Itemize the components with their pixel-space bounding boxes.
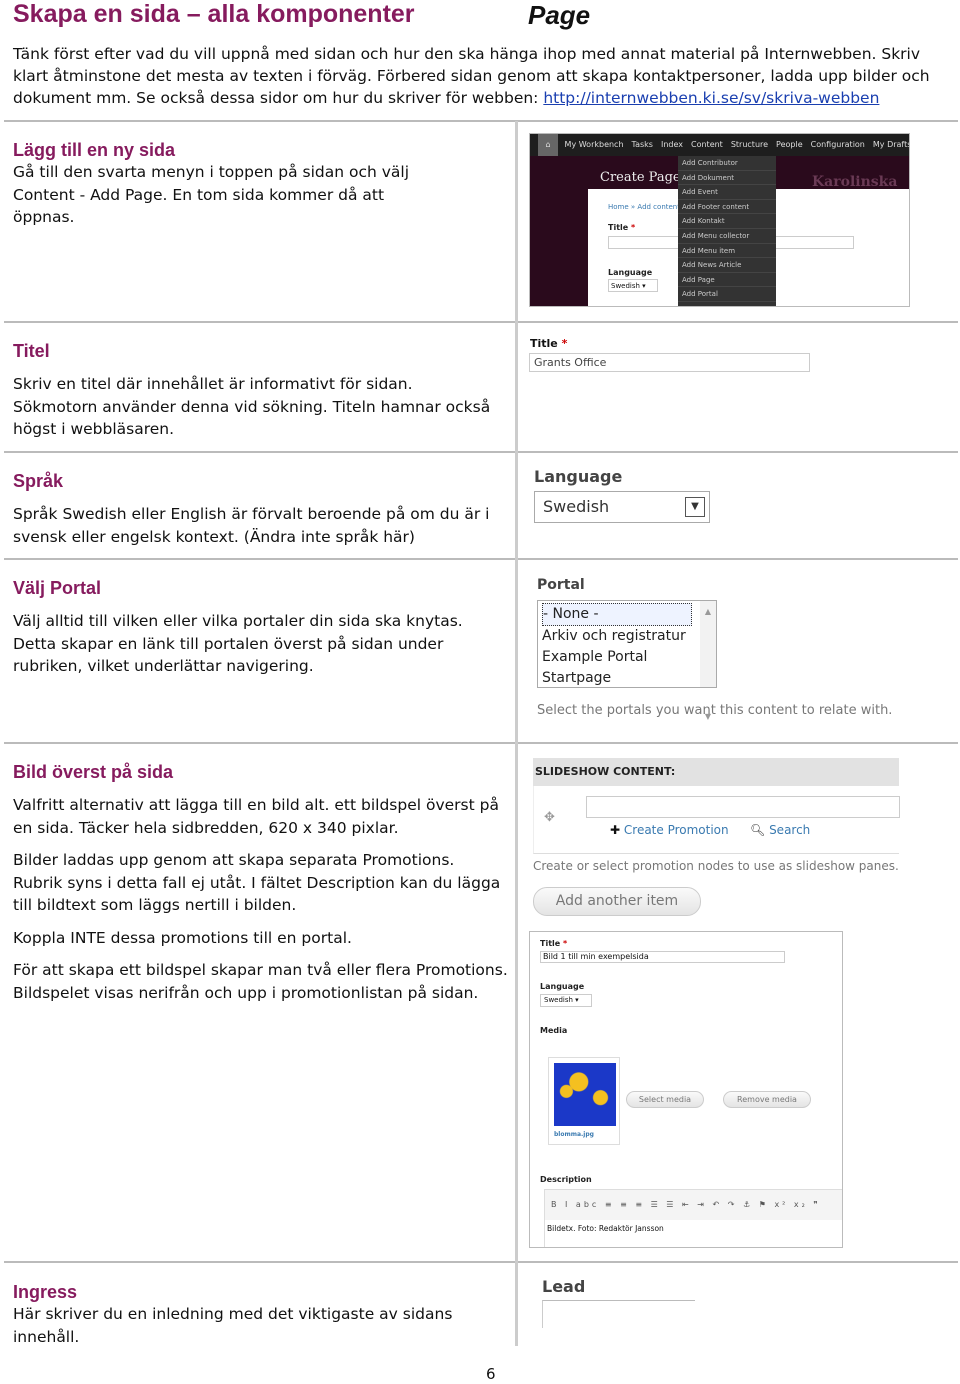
language-select[interactable]: Swedish ▼ xyxy=(534,491,710,523)
menu-item[interactable]: Add Kontakt xyxy=(678,214,776,229)
paragraph: Koppla INTE dessa promotions till en por… xyxy=(13,928,352,947)
media-thumbnail[interactable]: blomma.jpg xyxy=(548,1057,620,1145)
portal-option[interactable]: Arkiv och registratur xyxy=(542,626,712,647)
nav-item[interactable]: My Drafts xyxy=(873,140,909,149)
breadcrumb[interactable]: Home » Add content xyxy=(608,203,680,211)
portal-help: Select the portals you want this content… xyxy=(537,703,893,718)
text-ingress: Här skriver du en inledning med det vikt… xyxy=(13,1305,453,1346)
nav-item[interactable]: Index xyxy=(661,140,683,149)
screenshot-content-menu: ⌂ My Workbench Tasks Index Content Structure… xyxy=(529,133,910,307)
language-select[interactable]: Swedish ▾ xyxy=(608,279,658,292)
home-icon: ⌂ xyxy=(538,134,558,156)
scrollbar[interactable]: ▲ ▼ xyxy=(700,601,716,721)
text-portal: Välj alltid till vilken eller vilka port… xyxy=(13,612,463,675)
plus-icon: ✚ xyxy=(610,823,621,837)
brand-logo: Karolinska xyxy=(812,174,898,190)
portal-option[interactable]: Example Portal xyxy=(542,647,712,668)
portal-option[interactable]: Startpage xyxy=(542,668,712,689)
nav-item[interactable]: People xyxy=(776,140,803,149)
dropdown-arrow-icon[interactable]: ▼ xyxy=(685,497,705,517)
slideshow-help: Create or select promotion nodes to use … xyxy=(533,859,899,873)
screenshot-promotion-form: Title * Bild 1 till min exempelsida Lang… xyxy=(529,931,843,1248)
intro-link[interactable]: http://internwebben.ki.se/sv/skriva-webb… xyxy=(543,89,879,107)
menu-item[interactable]: Add Portal xyxy=(678,287,776,302)
search-icon: 🔍︎ xyxy=(750,823,766,837)
menu-item[interactable]: Add Dokument xyxy=(678,171,776,186)
add-another-item-button[interactable]: Add another item xyxy=(533,887,701,916)
paragraph: Valfritt alternativ att lägga till en bi… xyxy=(13,796,499,837)
title-label: Title xyxy=(540,939,561,948)
nav-item[interactable]: Tasks xyxy=(632,140,653,149)
media-label: Media xyxy=(540,1026,568,1035)
divider xyxy=(4,1261,958,1263)
admin-menu-bar: ⌂ My Workbench Tasks Index Content Structure… xyxy=(530,134,909,156)
promotion-input[interactable] xyxy=(586,796,900,818)
nav-item[interactable]: Content xyxy=(691,140,723,149)
divider xyxy=(4,558,958,560)
portal-option[interactable]: - None - xyxy=(542,603,692,626)
description-label: Description xyxy=(540,1175,592,1184)
description-editor[interactable]: B I abc ≡ ≡ ≡ ☰ ☰ ⇤ ⇥ ↶ ↷ ⚓ ⚑ x² x₂ ❞ Bi… xyxy=(544,1189,842,1247)
flower-image xyxy=(554,1063,616,1126)
create-promotion-link[interactable]: Create Promotion xyxy=(624,823,729,837)
paragraph: Bilder laddas upp genom att skapa separa… xyxy=(13,851,501,914)
nav-item[interactable]: Configuration xyxy=(811,140,865,149)
menu-item[interactable]: Add Menu collector xyxy=(678,229,776,244)
menu-item[interactable]: Add Footer content xyxy=(678,200,776,215)
language-select[interactable]: Swedish ▾ xyxy=(540,994,592,1007)
language-label: Language xyxy=(608,268,653,277)
remove-media-button[interactable]: Remove media xyxy=(723,1091,811,1108)
menu-item[interactable]: Add Contributor xyxy=(678,156,776,171)
nav-item[interactable]: Structure xyxy=(731,140,768,149)
slideshow-row: ✥ ✚ Create Promotion 🔍︎ Search xyxy=(533,786,900,854)
title-label: Title xyxy=(608,223,629,232)
title-label: Title xyxy=(530,337,558,350)
drag-handle-icon[interactable]: ✥ xyxy=(544,810,555,825)
paragraph: För att skapa ett bildspel skapar man tv… xyxy=(13,961,508,1002)
heading-language: Språk xyxy=(13,471,64,491)
text-title: Skriv en titel där innehållet är informa… xyxy=(13,375,491,438)
editor-toolbar[interactable]: B I abc ≡ ≡ ≡ ☰ ☰ ⇤ ⇥ ↶ ↷ ⚓ ⚑ x² x₂ ❞ xyxy=(545,1190,842,1220)
nav-item[interactable]: My Workbench xyxy=(565,140,624,149)
menu-item[interactable]: Add Page xyxy=(678,273,776,288)
portal-label: Portal xyxy=(537,577,585,593)
select-media-button[interactable]: Select media xyxy=(626,1091,704,1108)
language-label: Language xyxy=(534,467,623,486)
text-language: Språk Swedish eller English är förvalt b… xyxy=(13,505,490,546)
page-number: 6 xyxy=(486,1365,496,1383)
description-text: Bildetx. Foto: Redaktör Jansson xyxy=(547,1224,664,1233)
page-label: Page xyxy=(528,0,591,30)
title-input[interactable]: Grants Office xyxy=(529,353,810,372)
menu-item[interactable]: Add Event xyxy=(678,185,776,200)
search-link[interactable]: Search xyxy=(769,823,810,837)
menu-item[interactable]: Add Menu item xyxy=(678,244,776,259)
language-label: Language xyxy=(540,982,585,991)
text-image: Valfritt alternativ att lägga till en bi… xyxy=(13,794,508,1014)
lead-input[interactable] xyxy=(542,1300,695,1328)
heading-add-page: Lägg till en ny sida xyxy=(13,140,176,160)
divider xyxy=(4,742,958,744)
slideshow-header: SLIDESHOW CONTENT: xyxy=(533,758,899,786)
intro-text: Tänk först efter vad du vill uppnå med s… xyxy=(13,43,948,109)
lead-label: Lead xyxy=(542,1277,586,1296)
text-add-page: Gå till den svarta menyn i toppen på sid… xyxy=(13,163,410,226)
content-dropdown: Add Contributor Add Dokument Add Event Add … xyxy=(678,156,776,306)
divider xyxy=(4,120,958,122)
heading-title: Titel xyxy=(13,341,50,361)
title-input[interactable]: Bild 1 till min exempelsida xyxy=(540,951,785,963)
column-divider xyxy=(515,121,518,1346)
portal-listbox[interactable]: ▲ ▼ - None - Arkiv och registratur Example … xyxy=(537,600,717,721)
file-link[interactable]: blomma.jpg xyxy=(549,1131,619,1138)
document-title: Skapa en sida – alla komponenter xyxy=(13,0,415,28)
heading-portal: Välj Portal xyxy=(13,578,102,598)
heading-image: Bild överst på sida xyxy=(13,762,174,782)
menu-item[interactable]: Add News Article xyxy=(678,258,776,273)
divider xyxy=(4,451,958,453)
divider xyxy=(4,321,958,323)
heading-ingress: Ingress xyxy=(13,1282,78,1302)
create-page-title: Create Page xyxy=(600,170,681,185)
